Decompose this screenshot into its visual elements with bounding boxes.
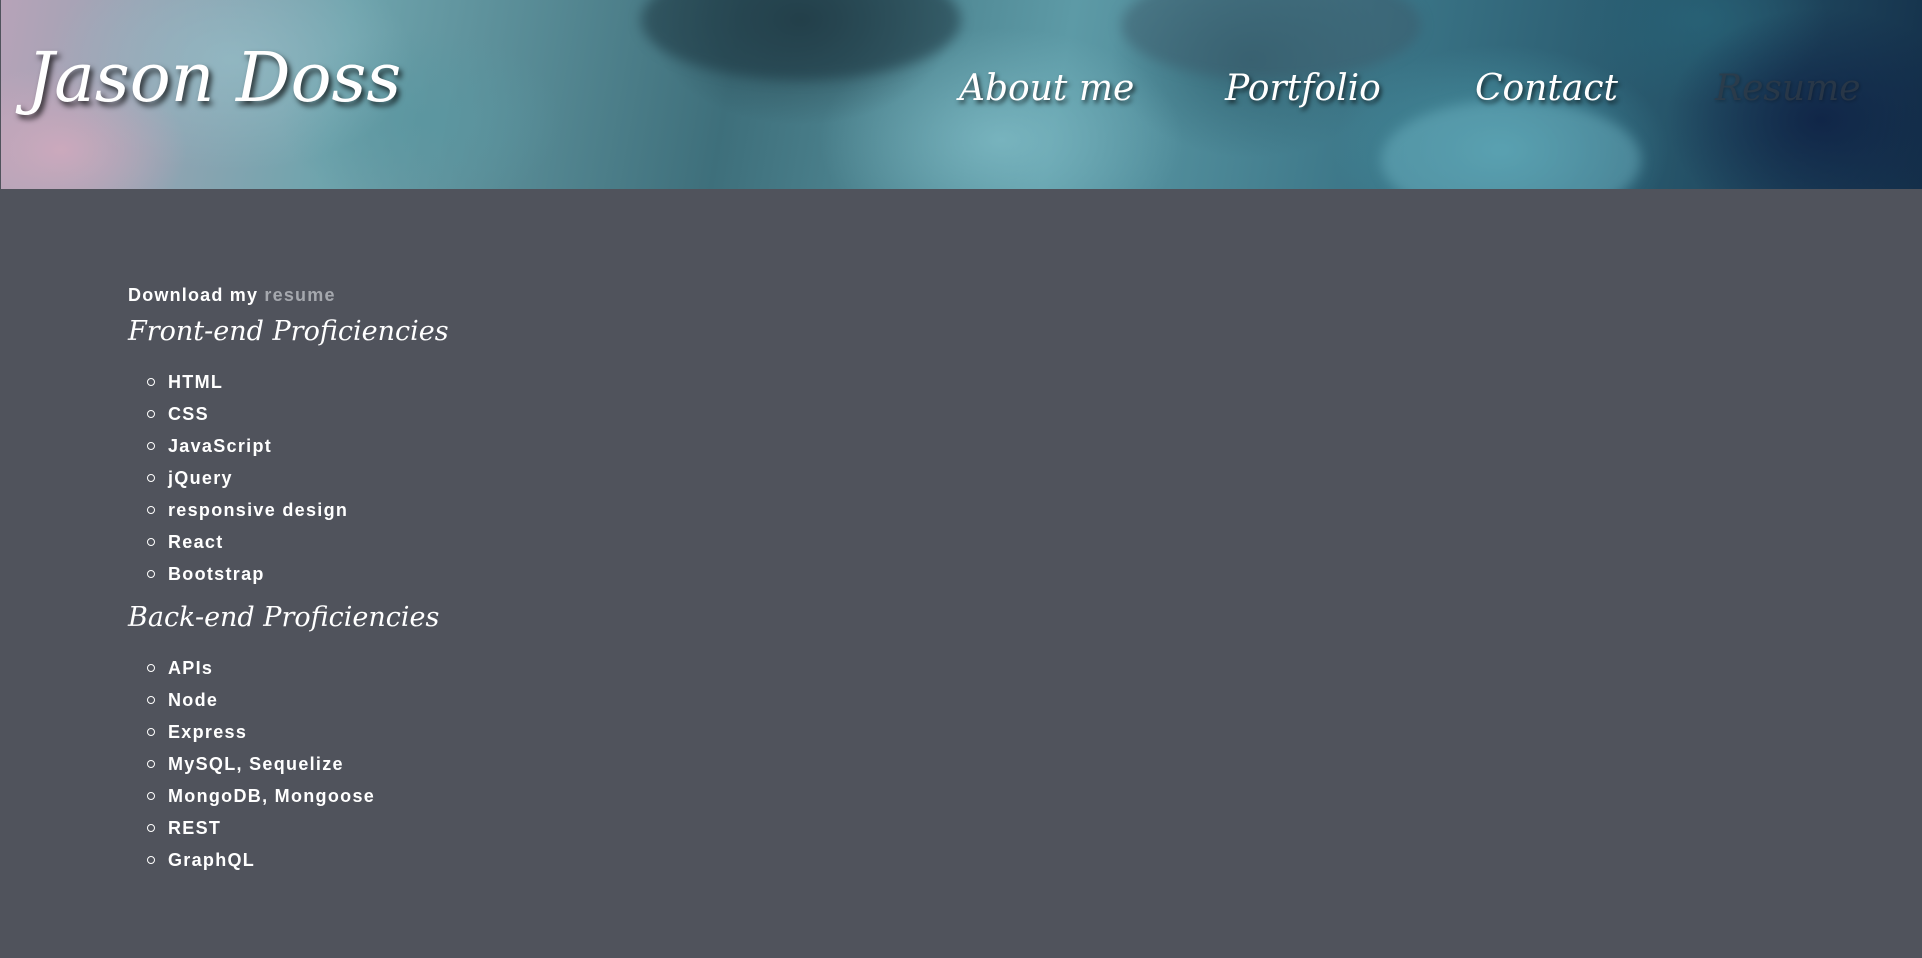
list-item: HTML [128, 366, 1028, 398]
circle-bullet-icon [147, 506, 155, 514]
resume-download-link[interactable]: resume [264, 285, 335, 305]
skill-label: HTML [168, 372, 224, 392]
skill-label: JavaScript [168, 436, 273, 456]
resume-content: Download my resume Front-end Proficienci… [128, 280, 1028, 882]
list-item: jQuery [128, 462, 1028, 494]
skill-label: MongoDB, Mongoose [168, 786, 376, 806]
list-item: MySQL, Sequelize [128, 748, 1028, 780]
circle-bullet-icon [147, 760, 155, 768]
list-item: Node [128, 684, 1028, 716]
circle-bullet-icon [147, 410, 155, 418]
list-item: APIs [128, 652, 1028, 684]
skill-label: responsive design [168, 500, 349, 520]
circle-bullet-icon [147, 378, 155, 386]
frontend-skill-list: HTML CSS JavaScript jQuery responsive de… [128, 354, 1028, 596]
circle-bullet-icon [147, 538, 155, 546]
list-item: CSS [128, 398, 1028, 430]
circle-bullet-icon [147, 728, 155, 736]
skill-label: APIs [168, 658, 214, 678]
nav-link-about-me[interactable]: About me [959, 64, 1134, 114]
list-item: REST [128, 812, 1028, 844]
circle-bullet-icon [147, 442, 155, 450]
circle-bullet-icon [147, 570, 155, 578]
list-item: responsive design [128, 494, 1028, 526]
skill-label: GraphQL [168, 850, 256, 870]
list-item: JavaScript [128, 430, 1028, 462]
circle-bullet-icon [147, 696, 155, 704]
skill-label: jQuery [168, 468, 233, 488]
backend-skill-list: APIs Node Express MySQL, Sequelize Mongo… [128, 640, 1028, 882]
skill-label: Express [168, 722, 248, 742]
backend-heading: Back-end Proficiencies [128, 602, 440, 633]
skill-label: Bootstrap [168, 564, 265, 584]
skill-label: React [168, 532, 224, 552]
skill-label: REST [168, 818, 222, 838]
circle-bullet-icon [147, 474, 155, 482]
download-resume-line: Download my resume [128, 280, 1028, 310]
main-nav: About me Portfolio Contact Resume [1, 64, 1922, 114]
nav-link-portfolio[interactable]: Portfolio [1225, 64, 1381, 114]
frontend-heading: Front-end Proficiencies [128, 316, 449, 347]
nav-link-resume[interactable]: Resume [1715, 64, 1861, 114]
nav-link-contact[interactable]: Contact [1475, 64, 1618, 114]
circle-bullet-icon [147, 792, 155, 800]
skill-label: MySQL, Sequelize [168, 754, 344, 774]
circle-bullet-icon [147, 824, 155, 832]
download-prefix: Download my [128, 285, 259, 305]
list-item: MongoDB, Mongoose [128, 780, 1028, 812]
circle-bullet-icon [147, 856, 155, 864]
site-header: Jason Doss About me Portfolio Contact Re… [1, 0, 1922, 189]
list-item: React [128, 526, 1028, 558]
list-item: Bootstrap [128, 558, 1028, 590]
circle-bullet-icon [147, 664, 155, 672]
skill-label: CSS [168, 404, 209, 424]
list-item: GraphQL [128, 844, 1028, 876]
list-item: Express [128, 716, 1028, 748]
skill-label: Node [168, 690, 219, 710]
